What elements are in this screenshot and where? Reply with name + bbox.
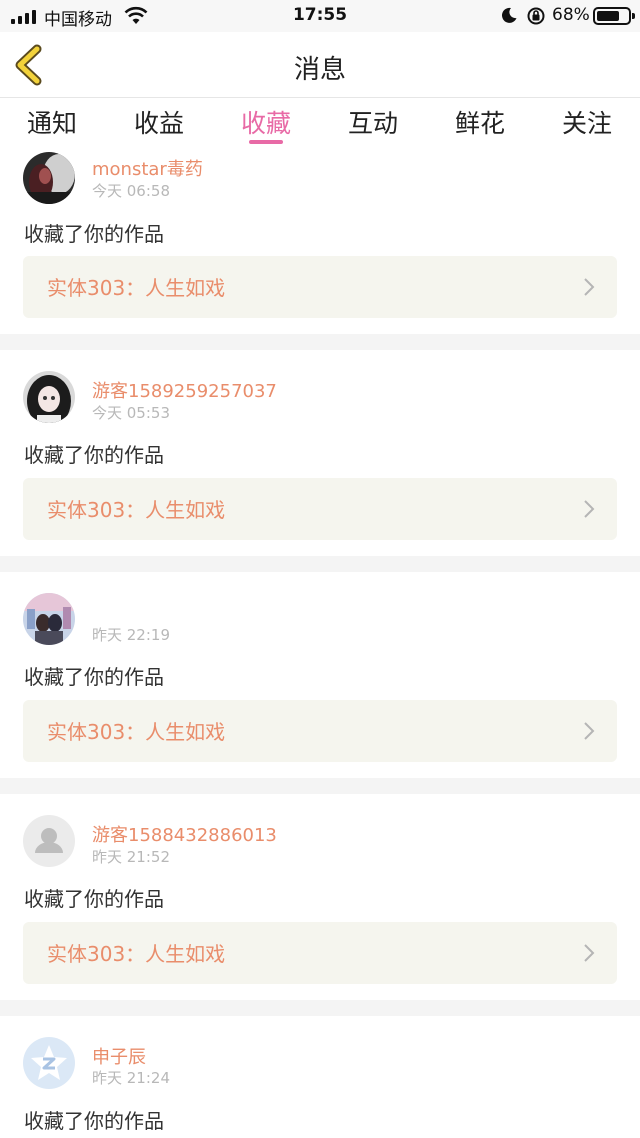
- chevron-right-icon: [584, 500, 595, 518]
- action-text: 收藏了你的作品: [24, 222, 164, 246]
- timestamp: 今天 05:53: [92, 404, 170, 422]
- message-card: 游客1589259257037 今天 05:53 收藏了你的作品 实体303：人…: [0, 350, 640, 556]
- tab-following[interactable]: 关注: [547, 104, 627, 140]
- message-list[interactable]: monstar毒药 今天 06:58 收藏了你的作品 实体303：人生如戏 游客…: [0, 147, 640, 1138]
- tab-earnings[interactable]: 收益: [119, 104, 199, 140]
- chevron-right-icon: [584, 722, 595, 740]
- rotation-lock-icon: [527, 7, 545, 25]
- timestamp: 昨天 21:52: [92, 848, 170, 866]
- nav-bar: 消息: [0, 32, 640, 98]
- work-title: 实体303：人生如戏: [47, 942, 226, 966]
- work-link[interactable]: 实体303：人生如戏: [23, 922, 617, 984]
- battery-percent: 68%: [552, 5, 590, 25]
- timestamp: 今天 06:58: [92, 182, 170, 200]
- username[interactable]: 游客1589259257037: [92, 377, 277, 403]
- avatar[interactable]: [23, 371, 75, 423]
- timestamp: 昨天 21:24: [92, 1069, 170, 1087]
- timestamp: 昨天 22:19: [92, 626, 170, 644]
- tab-notifications[interactable]: 通知: [12, 104, 92, 140]
- chevron-right-icon: [584, 944, 595, 962]
- tab-favorites[interactable]: 收藏: [226, 104, 306, 140]
- avatar[interactable]: [23, 152, 75, 204]
- chevron-right-icon: [584, 278, 595, 296]
- page-title: 消息: [293, 55, 346, 85]
- work-link[interactable]: 实体303：人生如戏: [23, 478, 617, 540]
- action-text: 收藏了你的作品: [24, 443, 164, 467]
- status-bar: 中国移动 17:55 68%: [0, 0, 640, 32]
- message-card: 昨天 22:19 收藏了你的作品 实体303：人生如戏: [0, 572, 640, 778]
- tab-interactions[interactable]: 互动: [333, 104, 413, 140]
- action-text: 收藏了你的作品: [24, 1109, 164, 1133]
- work-link[interactable]: 实体303：人生如戏: [23, 256, 617, 318]
- action-text: 收藏了你的作品: [24, 887, 164, 911]
- username[interactable]: monstar毒药: [92, 155, 203, 181]
- work-title: 实体303：人生如戏: [47, 276, 226, 300]
- divider: [0, 334, 640, 350]
- message-card: 游客1588432886013 昨天 21:52 收藏了你的作品 实体303：人…: [0, 794, 640, 1000]
- qq-star-icon[interactable]: [23, 1037, 75, 1089]
- message-card: monstar毒药 今天 06:58 收藏了你的作品 实体303：人生如戏: [0, 147, 640, 334]
- work-link[interactable]: 实体303：人生如戏: [23, 700, 617, 762]
- default-user-icon[interactable]: [23, 815, 75, 867]
- moon-icon: [501, 7, 517, 23]
- work-title: 实体303：人生如戏: [47, 720, 226, 744]
- active-tab-indicator: [249, 140, 283, 144]
- username[interactable]: 申子辰: [92, 1043, 146, 1069]
- battery-icon: [593, 7, 635, 25]
- divider: [0, 1000, 640, 1016]
- action-text: 收藏了你的作品: [24, 665, 164, 689]
- message-card: 申子辰 昨天 21:24 收藏了你的作品: [0, 1016, 640, 1138]
- tab-flowers[interactable]: 鲜花: [440, 104, 520, 140]
- work-title: 实体303：人生如戏: [47, 498, 226, 522]
- username[interactable]: 游客1588432886013: [92, 821, 277, 847]
- divider: [0, 778, 640, 794]
- avatar[interactable]: [23, 593, 75, 645]
- divider: [0, 556, 640, 572]
- tab-bar: 通知 收益 收藏 互动 鲜花 关注: [0, 99, 640, 147]
